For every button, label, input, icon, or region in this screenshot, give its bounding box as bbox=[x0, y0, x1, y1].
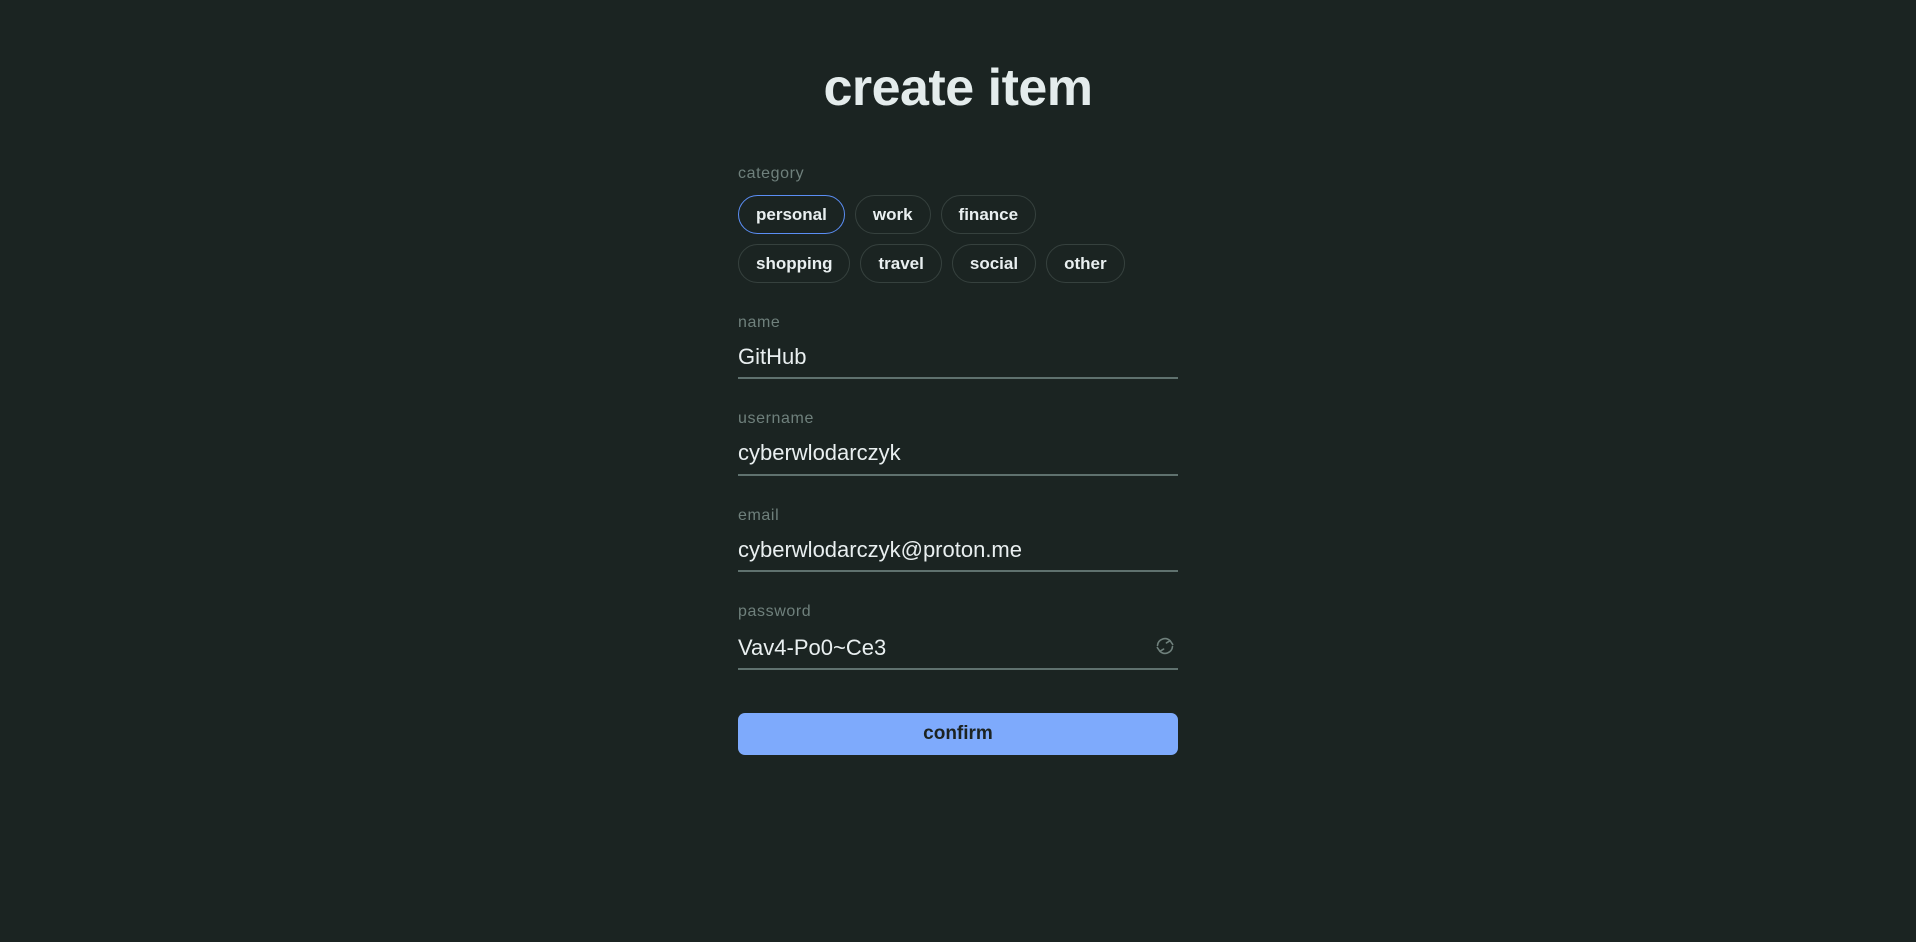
email-input[interactable]: cyberwlodarczyk@proton.me bbox=[738, 537, 1178, 562]
refresh-icon bbox=[1153, 634, 1177, 658]
username-input[interactable]: cyberwlodarczyk bbox=[738, 440, 1178, 465]
username-label: username bbox=[738, 410, 814, 428]
password-label: password bbox=[738, 602, 812, 620]
confirm-button[interactable]: confirm bbox=[738, 712, 1178, 755]
category-label: category bbox=[738, 165, 805, 182]
name-input[interactable]: GitHub bbox=[738, 344, 1178, 369]
password-input-row[interactable]: Vav4-Po0~Ce3 bbox=[738, 633, 1178, 670]
category-field: category personal work finance shopping … bbox=[738, 166, 1178, 283]
password-field: password Vav4-Po0~Ce3 bbox=[738, 602, 1178, 670]
create-item-form: category personal work finance shopping … bbox=[738, 166, 1178, 755]
password-input[interactable]: Vav4-Po0~Ce3 bbox=[738, 635, 1152, 660]
category-chip-work[interactable]: work bbox=[854, 195, 931, 234]
email-label: email bbox=[738, 506, 780, 524]
category-chip-travel[interactable]: travel bbox=[860, 244, 942, 283]
category-chip-other[interactable]: other bbox=[1046, 244, 1125, 283]
category-chip-finance[interactable]: finance bbox=[940, 195, 1037, 234]
regenerate-password-button[interactable] bbox=[1152, 633, 1178, 659]
username-field: username cyberwlodarczyk bbox=[738, 410, 1178, 476]
category-chip-group: personal work finance shopping travel so… bbox=[738, 195, 1158, 283]
page-title: create item bbox=[823, 59, 1093, 117]
email-field: email cyberwlodarczyk@proton.me bbox=[738, 506, 1178, 572]
create-item-page: create item category personal work finan… bbox=[0, 0, 1916, 942]
name-field: name GitHub bbox=[738, 314, 1178, 380]
username-input-row[interactable]: cyberwlodarczyk bbox=[738, 440, 1178, 476]
category-chip-personal[interactable]: personal bbox=[738, 195, 845, 234]
name-input-row[interactable]: GitHub bbox=[738, 344, 1178, 380]
category-chip-shopping[interactable]: shopping bbox=[738, 244, 851, 283]
category-chip-social[interactable]: social bbox=[951, 244, 1037, 283]
name-label: name bbox=[738, 314, 781, 331]
email-input-row[interactable]: cyberwlodarczyk@proton.me bbox=[738, 537, 1178, 572]
